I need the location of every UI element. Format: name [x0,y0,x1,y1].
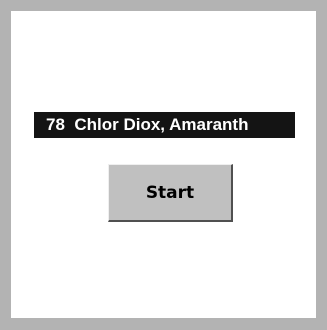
start-button[interactable]: Start [108,164,233,222]
content-panel: 78 Chlor Diox, Amaranth Start [11,11,316,318]
window-frame: 78 Chlor Diox, Amaranth Start [0,0,327,330]
item-title-label: 78 Chlor Diox, Amaranth [34,112,295,138]
